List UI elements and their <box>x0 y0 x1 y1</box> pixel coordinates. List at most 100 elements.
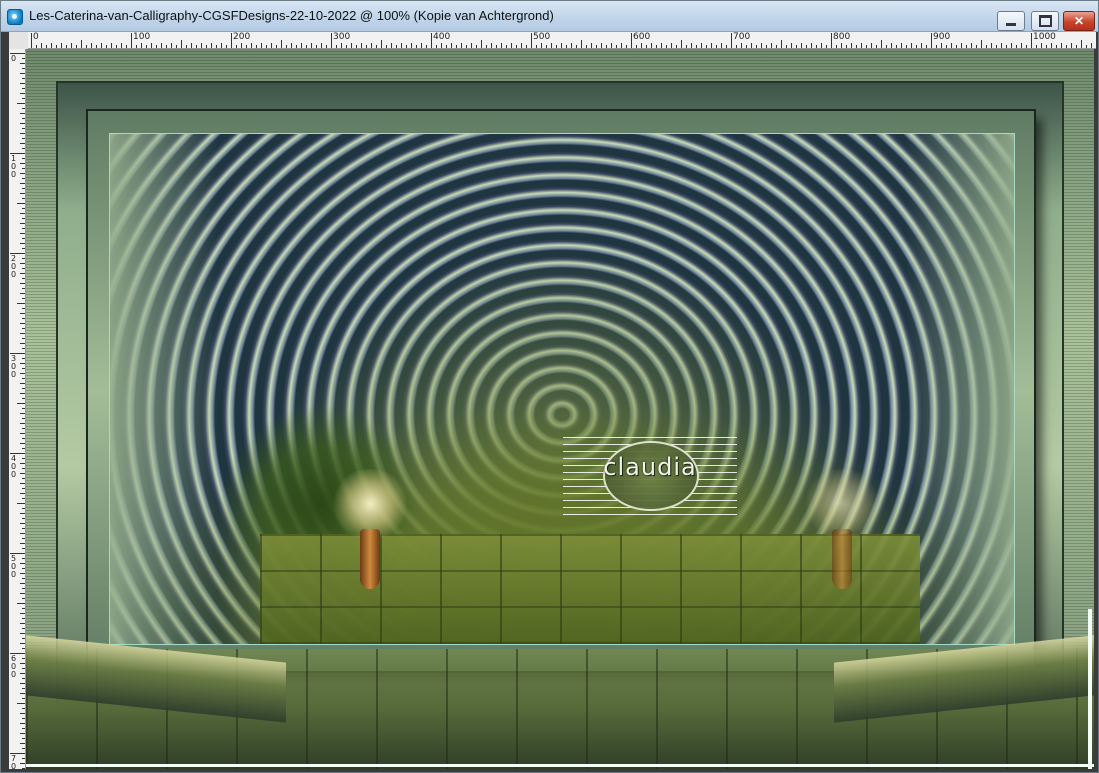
ruler-tick <box>22 198 25 199</box>
ruler-tick <box>22 138 25 139</box>
ruler-label: 1000 <box>1033 32 1056 42</box>
ruler-label: 0 <box>11 54 17 63</box>
ruler-tick <box>20 73 25 74</box>
ruler-tick <box>356 45 357 48</box>
ruler-label: 400 <box>11 454 17 479</box>
ruler-tick <box>20 413 25 414</box>
ruler-tick <box>421 43 422 48</box>
ruler-tick <box>20 443 25 444</box>
ruler-tick <box>746 45 747 48</box>
ruler-tick <box>1056 45 1057 48</box>
ruler-tick <box>22 258 25 259</box>
ruler-tick <box>20 373 25 374</box>
ruler-tick <box>22 238 25 239</box>
ruler-tick <box>22 388 25 389</box>
ruler-tick <box>956 45 957 48</box>
ruler-tick <box>716 45 717 48</box>
ruler-tick <box>20 263 25 264</box>
ruler-tick <box>446 45 447 48</box>
ruler-tick <box>106 45 107 48</box>
image-canvas[interactable]: claudia <box>26 49 1094 769</box>
ruler-tick <box>766 45 767 48</box>
ruler-tick <box>596 45 597 48</box>
ruler-tick <box>20 623 25 624</box>
minimize-icon <box>1006 22 1016 26</box>
ruler-tick <box>326 45 327 48</box>
ruler-tick <box>686 45 687 48</box>
ruler-tick <box>486 45 487 48</box>
ruler-tick <box>511 43 512 48</box>
ruler-tick <box>20 613 25 614</box>
ruler-tick <box>146 45 147 48</box>
ruler-tick <box>376 45 377 48</box>
ruler-tick <box>22 478 25 479</box>
ruler-tick <box>1071 43 1072 48</box>
ruler-tick <box>406 45 407 48</box>
ruler-tick <box>22 298 25 299</box>
ruler-tick <box>22 598 25 599</box>
ruler-tick <box>451 43 452 48</box>
ruler-tick <box>661 43 662 48</box>
ruler-tick <box>931 33 932 48</box>
horizontal-ruler[interactable]: 0 100 200 300 400 500 600 700 800 900 1000 <box>28 32 1096 49</box>
ruler-tick <box>396 45 397 48</box>
ruler-tick <box>20 493 25 494</box>
ruler-tick <box>866 45 867 48</box>
ruler-tick <box>816 45 817 48</box>
ruler-label: 300 <box>11 354 17 379</box>
vertical-ruler[interactable]: 0 100 200 300 400 500 600 700 <box>9 49 26 769</box>
ruler-tick <box>166 45 167 48</box>
ruler-tick <box>631 33 632 48</box>
ruler-tick <box>20 233 25 234</box>
ruler-tick <box>22 338 25 339</box>
ruler-tick <box>22 398 25 399</box>
ruler-tick <box>20 743 25 744</box>
ruler-tick <box>20 433 25 434</box>
ruler-tick <box>20 333 25 334</box>
ruler-tick <box>526 45 527 48</box>
ruler-label: 500 <box>11 554 17 579</box>
ruler-tick <box>601 43 602 48</box>
ruler-tick <box>22 218 25 219</box>
ruler-tick <box>22 518 25 519</box>
ruler-tick <box>726 45 727 48</box>
ruler-tick <box>1016 45 1017 48</box>
close-button[interactable]: ✕ <box>1063 11 1095 31</box>
ruler-tick <box>896 45 897 48</box>
minimize-button[interactable] <box>997 11 1025 31</box>
ruler-tick <box>56 45 57 48</box>
ruler-tick <box>20 383 25 384</box>
ruler-tick <box>20 83 25 84</box>
ruler-tick <box>22 368 25 369</box>
ruler-tick <box>391 43 392 48</box>
ruler-tick <box>811 43 812 48</box>
ruler-tick <box>20 173 25 174</box>
ruler-tick <box>22 208 25 209</box>
ruler-tick <box>20 63 25 64</box>
ruler-tick <box>386 45 387 48</box>
ruler-tick <box>351 43 352 48</box>
ruler-tick <box>1006 45 1007 48</box>
ruler-tick <box>22 628 25 629</box>
ruler-tick <box>20 483 25 484</box>
ruler-tick <box>281 40 282 48</box>
ruler-tick <box>20 283 25 284</box>
ruler-tick <box>271 43 272 48</box>
ruler-tick <box>1021 43 1022 48</box>
ruler-tick <box>926 45 927 48</box>
ruler-tick <box>22 268 25 269</box>
ruler-tick <box>506 45 507 48</box>
ruler-tick <box>22 228 25 229</box>
ruler-tick <box>381 40 382 48</box>
ruler-tick <box>296 45 297 48</box>
ruler-tick <box>801 43 802 48</box>
title-bar[interactable]: Les-Caterina-van-Calligraphy-CGSFDesigns… <box>1 1 1098 32</box>
ruler-tick <box>116 45 117 48</box>
ruler-tick <box>471 43 472 48</box>
ruler-label: 900 <box>933 32 951 42</box>
ruler-tick <box>986 45 987 48</box>
ruler-tick <box>22 668 25 669</box>
ruler-tick <box>20 213 25 214</box>
ruler-tick <box>481 40 482 48</box>
maximize-button[interactable] <box>1031 11 1059 31</box>
